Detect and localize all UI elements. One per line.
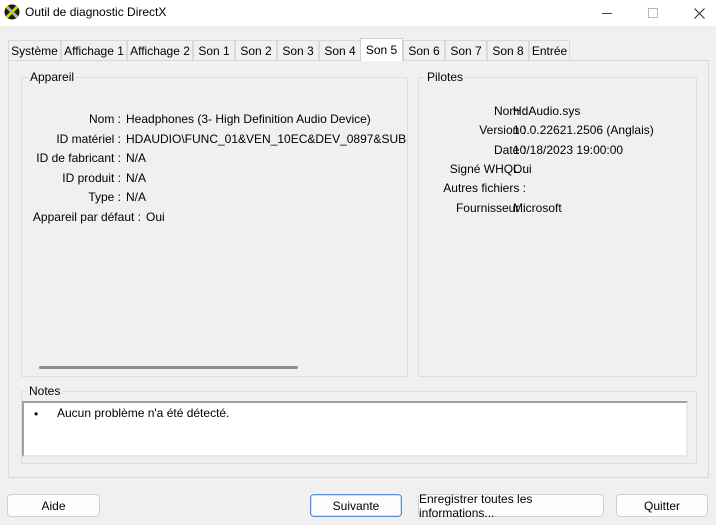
driver-row-version: Version : 10.0.22621.2506 (Anglais): [418, 123, 697, 139]
quit-button[interactable]: Quitter: [616, 494, 708, 517]
minimize-icon: [601, 8, 613, 19]
notes-textbox[interactable]: • Aucun problème n'a été détecté.: [22, 401, 688, 457]
device-label: ID matériel :: [56, 132, 121, 146]
note-item: Aucun problème n'a été détecté.: [57, 406, 230, 420]
device-row-product-id: ID produit : N/A: [0, 171, 410, 187]
maximize-button[interactable]: [630, 0, 676, 26]
driver-value: HdAudio.sys: [513, 104, 581, 118]
driver-row-date: Date : 10/18/2023 19:00:00: [418, 143, 697, 159]
device-group-title: Appareil: [28, 70, 77, 84]
device-value: Headphones (3- High Definition Audio Dev…: [126, 112, 371, 126]
horizontal-scrollbar[interactable]: [39, 366, 298, 369]
tab-systeme[interactable]: Système: [8, 40, 61, 61]
device-value: HDAUDIO\FUNC_01&VEN_10EC&DEV_0897&SUBSYS…: [126, 132, 407, 146]
driver-value: Oui: [513, 162, 532, 176]
directx-x-icon: [4, 4, 20, 20]
device-label: ID de fabricant :: [36, 151, 121, 165]
title-bar: Outil de diagnostic DirectX: [0, 0, 716, 26]
device-label: Nom :: [88, 112, 121, 126]
notes-group-title: Notes: [27, 384, 63, 398]
device-row-hardware-id: ID matériel : HDAUDIO\FUNC_01&VEN_10EC&D…: [0, 132, 410, 148]
tab-son-6[interactable]: Son 6: [403, 40, 445, 61]
tab-son-1[interactable]: Son 1: [193, 40, 235, 61]
next-button[interactable]: Suivante: [310, 494, 402, 517]
driver-label: Autres fichiers :: [443, 181, 526, 195]
drivers-group: Pilotes: [418, 70, 697, 377]
driver-row-provider: Fournisseur : Microsoft: [418, 201, 697, 217]
tab-son-5[interactable]: Son 5: [360, 38, 403, 61]
driver-row-name: Nom : HdAudio.sys: [418, 104, 697, 120]
tab-son-4[interactable]: Son 4: [319, 40, 361, 61]
device-row-default: Appareil par défaut : Oui: [0, 210, 410, 226]
tab-son-8[interactable]: Son 8: [487, 40, 529, 61]
maximize-icon: [647, 7, 659, 19]
driver-row-whql: Signé WHQL : Oui: [418, 162, 697, 178]
device-row-name: Nom : Headphones (3- High Definition Aud…: [0, 112, 410, 128]
device-value: N/A: [126, 171, 147, 185]
tab-son-3[interactable]: Son 3: [277, 40, 319, 61]
device-value: N/A: [126, 151, 147, 165]
driver-value: 10.0.22621.2506 (Anglais): [513, 123, 654, 137]
bullet-icon: •: [34, 407, 39, 421]
driver-value: Microsoft: [513, 201, 562, 215]
tab-son-7[interactable]: Son 7: [445, 40, 487, 61]
window-title: Outil de diagnostic DirectX: [25, 5, 167, 19]
close-button[interactable]: [676, 0, 716, 26]
help-button[interactable]: Aide: [7, 494, 100, 517]
save-all-button[interactable]: Enregistrer toutes les informations...: [418, 492, 604, 520]
minimize-button[interactable]: [584, 0, 630, 26]
tab-entree[interactable]: Entrée: [529, 40, 570, 61]
tab-affichage-2[interactable]: Affichage 2: [127, 40, 193, 61]
device-value: Oui: [146, 210, 165, 224]
drivers-group-title: Pilotes: [425, 70, 466, 84]
driver-value: 10/18/2023 19:00:00: [513, 143, 624, 157]
driver-row-other-files: Autres fichiers :: [418, 181, 697, 197]
close-icon: [693, 7, 705, 19]
device-row-type: Type : N/A: [0, 190, 410, 206]
tab-affichage-1[interactable]: Affichage 1: [61, 40, 127, 61]
tab-son-2[interactable]: Son 2: [235, 40, 277, 61]
device-value: N/A: [126, 190, 147, 204]
device-label: Appareil par défaut :: [32, 210, 141, 224]
device-label: Type :: [88, 190, 121, 204]
device-label: ID produit :: [62, 171, 121, 185]
device-row-vendor-id: ID de fabricant : N/A: [0, 151, 410, 167]
